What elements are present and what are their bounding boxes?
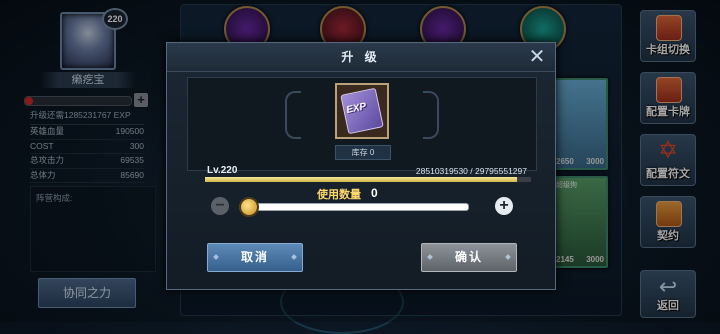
quantity-slider[interactable] [239,203,469,211]
button-decor [427,254,433,260]
confirm-label: 确认 [454,250,483,264]
dialog-title: 升 级 [341,50,381,64]
level-exp-bar [205,177,531,182]
exp-item-slot[interactable]: EXP [335,83,389,139]
left-bracket-decor [285,91,301,139]
exp-progress-text: 28510319530 / 29795551297 [415,166,527,176]
cancel-label: 取消 [240,250,269,264]
exp-book-icon: EXP [340,87,384,135]
confirm-button[interactable]: 确认 [421,243,517,272]
button-decor [505,254,511,260]
button-decor [213,254,219,260]
level-exp-fill [205,177,517,182]
close-icon[interactable]: ✕ [527,47,547,67]
increase-button[interactable]: + [495,197,513,215]
level-up-dialog: 升 级 ✕ EXP 库存 0 Lv.220 28510319530 / 2979… [166,42,556,290]
cancel-button[interactable]: 取消 [207,243,303,272]
decrease-button[interactable]: − [211,197,229,215]
exp-item-label: EXP [345,101,368,117]
level-label: Lv.220 [207,165,238,176]
button-decor [291,254,297,260]
right-bracket-decor [423,91,439,139]
quantity-value: 0 [371,186,378,200]
quantity-slider-handle[interactable] [239,197,259,217]
stock-count: 库存 0 [335,145,391,160]
quantity-label: 使用数量 [317,189,361,201]
